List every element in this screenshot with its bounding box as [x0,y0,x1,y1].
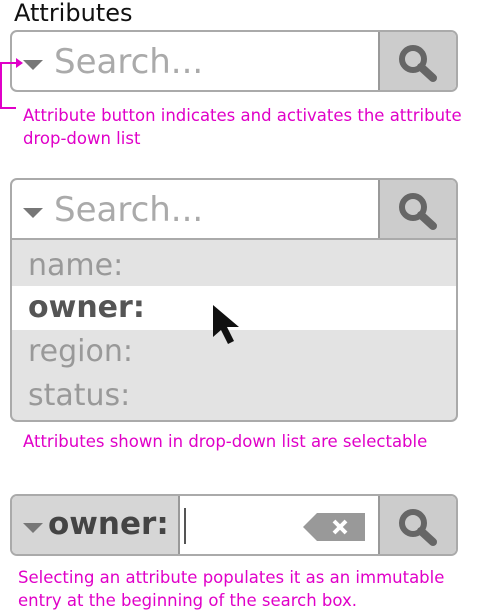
search-box-attribute-selected: owner: [10,494,458,556]
search-button[interactable] [378,180,456,238]
magnifier-icon [399,45,437,82]
search-button[interactable] [378,32,456,90]
note-attribute-button: Attribute button indicates and activates… [23,106,462,148]
annotation-arrow-icon [16,58,23,68]
caret-down-icon[interactable] [23,523,43,533]
search-button[interactable] [378,496,456,554]
dropdown-option-status[interactable]: status: [12,374,456,418]
selected-attribute-label: owner: [48,506,169,542]
note-immutable: Selecting an attribute populates it as a… [18,568,445,610]
text-cursor [184,508,186,544]
dropdown-option-name[interactable]: name: [12,244,456,288]
caret-down-icon[interactable] [23,208,43,218]
search-placeholder[interactable]: Search... [54,192,203,228]
backspace-x-icon[interactable] [303,513,365,541]
annotation-bracket-bottom [0,107,16,109]
note-selectable: Attributes shown in drop-down list are s… [23,432,428,451]
annotation-bracket [0,62,2,109]
magnifier-icon [399,509,437,546]
mouse-pointer-icon [213,305,239,344]
search-box-dropdown-open: Search... [10,178,458,240]
selected-attribute-chip[interactable]: owner: [12,496,180,554]
magnifier-icon [399,193,437,230]
page-title: Attributes [14,0,133,27]
search-placeholder[interactable]: Search... [54,44,203,80]
caret-down-icon[interactable] [23,60,43,70]
search-box-default: Search... [10,30,458,92]
